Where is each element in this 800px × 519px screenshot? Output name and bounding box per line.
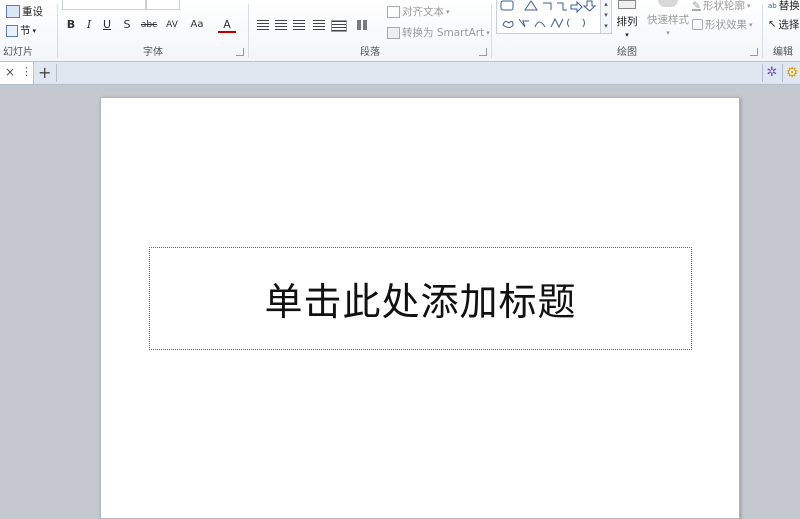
font-color-button[interactable]: A <box>218 17 236 33</box>
align-left-icon[interactable] <box>257 20 269 30</box>
shapes-gallery-scroll[interactable]: ▴ ▾ ▾ <box>600 0 612 34</box>
shapes-gallery[interactable] <box>496 0 602 34</box>
cursor-icon: ↖ <box>768 19 777 30</box>
underline-button[interactable]: U <box>98 17 116 33</box>
align-text-button[interactable]: 对齐文本 ▾ <box>387 4 450 19</box>
smartart-icon <box>387 26 400 39</box>
slides-group: 重设 节 ▾ 幻灯片 <box>0 0 56 61</box>
font-size-combo[interactable] <box>146 0 180 10</box>
distribute-icon[interactable] <box>331 20 347 32</box>
effects-icon <box>692 19 703 30</box>
replace-icon: ab <box>768 1 777 10</box>
drawing-group-label: 绘图 <box>617 47 637 58</box>
chevron-down-icon: ▾ <box>749 20 753 29</box>
section-icon <box>6 24 18 37</box>
font-group: B I U S abc AV Aa A 字体 <box>58 0 248 61</box>
paragraph-group-label: 段落 <box>360 47 380 58</box>
quick-styles-icon <box>658 0 678 7</box>
paragraph-group: 对齐文本 ▾ 转换为 SmartArt ▾ 段落 <box>249 0 491 61</box>
shapes-gallery-icons <box>500 0 597 29</box>
select-button[interactable]: ↖ 选择 <box>768 17 799 32</box>
document-tab-bar: × ⋮ + ✲ ⚙ <box>0 62 800 85</box>
justify-icon[interactable] <box>313 20 325 30</box>
title-placeholder-text: 单击此处添加标题 <box>264 280 577 324</box>
font-group-label: 字体 <box>143 47 163 58</box>
chevron-down-icon: ▾ <box>666 29 670 37</box>
columns-icon[interactable] <box>357 20 369 30</box>
ribbon: 重设 节 ▾ 幻灯片 B I U S abc AV Aa A 字体 对齐文本 ▾… <box>0 0 800 62</box>
section-button[interactable]: 节 ▾ <box>6 23 36 38</box>
slide[interactable]: 单击此处添加标题 <box>100 97 740 519</box>
italic-button[interactable]: I <box>80 17 98 33</box>
chevron-down-icon: ▾ <box>747 1 751 10</box>
align-center-icon[interactable] <box>275 20 287 30</box>
reset-icon <box>6 5 20 18</box>
editing-group: ab 替换 ↖ 选择 编辑 <box>763 0 800 61</box>
close-icon[interactable]: × <box>5 65 15 79</box>
chevron-down-icon: ▾ <box>486 28 490 37</box>
change-case-button[interactable]: Aa <box>186 17 208 33</box>
chevron-down-icon: ▾ <box>32 26 37 35</box>
chevron-down-icon: ▾ <box>625 31 629 39</box>
chevron-down-icon: ▾ <box>446 7 450 16</box>
arrange-icon <box>618 0 636 9</box>
settings-gear-icon[interactable]: ⚙ <box>782 64 800 82</box>
drawing-group: ▴ ▾ ▾ 排列 ▾ 快速样式 ▾ ✎ 形状轮廓 ▾ 形状效果 ▾ 绘图 <box>492 0 762 61</box>
align-right-icon[interactable] <box>293 20 305 30</box>
char-spacing-button[interactable]: AV <box>162 17 182 33</box>
align-text-icon <box>387 5 400 18</box>
pen-icon: ✎ <box>692 0 701 12</box>
magic-wand-icon[interactable]: ✲ <box>762 64 781 82</box>
add-tab-icon[interactable]: + <box>38 63 51 82</box>
slide-canvas: 单击此处添加标题 <box>0 85 800 519</box>
convert-smartart-button[interactable]: 转换为 SmartArt ▾ <box>387 25 490 40</box>
paragraph-dialog-launcher[interactable] <box>479 48 487 56</box>
editing-group-label: 编辑 <box>773 47 793 58</box>
more-icon[interactable]: ⋮ <box>21 65 32 78</box>
font-dialog-launcher[interactable] <box>236 48 244 56</box>
tab-add-separator <box>56 64 57 82</box>
bold-button[interactable]: B <box>62 17 80 33</box>
strikethrough-button[interactable]: abc <box>138 17 160 33</box>
font-name-combo[interactable] <box>62 0 146 10</box>
replace-button[interactable]: ab 替换 <box>768 0 800 13</box>
slides-group-label: 幻灯片 <box>3 47 33 58</box>
shape-effects-button[interactable]: 形状效果 ▾ <box>692 17 753 32</box>
quick-styles-button[interactable]: 快速样式 ▾ <box>646 0 690 37</box>
arrange-button[interactable]: 排列 ▾ <box>616 0 638 39</box>
text-shadow-button[interactable]: S <box>118 17 136 33</box>
title-placeholder[interactable]: 单击此处添加标题 <box>149 247 692 350</box>
drawing-dialog-launcher[interactable] <box>750 48 758 56</box>
shape-outline-button[interactable]: ✎ 形状轮廓 ▾ <box>692 0 751 13</box>
reset-button[interactable]: 重设 <box>6 4 43 19</box>
document-tab[interactable]: × ⋮ <box>0 62 34 84</box>
